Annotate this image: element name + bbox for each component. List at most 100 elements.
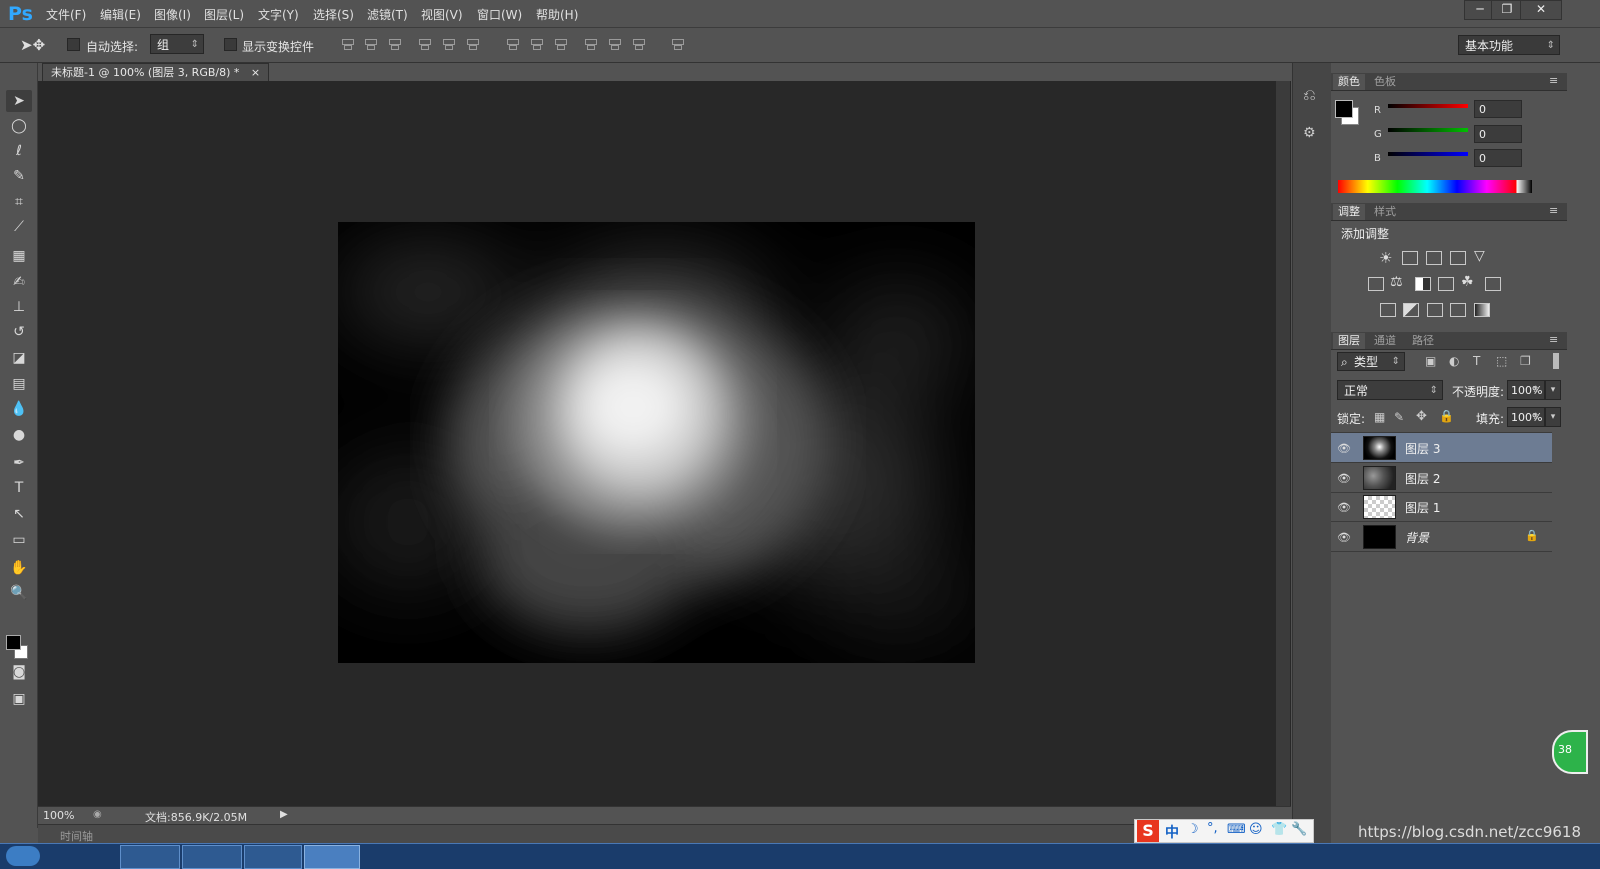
align-right-icon[interactable] (465, 37, 479, 51)
levels-icon[interactable] (1402, 251, 1418, 265)
marquee-icon[interactable]: ◯ (6, 115, 32, 137)
path-select-icon[interactable]: ↖ (6, 503, 32, 525)
photo-filter-icon[interactable] (1438, 277, 1454, 291)
vibrance-icon[interactable]: ▽ (1474, 248, 1485, 264)
vertical-scrollbar[interactable] (1276, 81, 1290, 806)
panel-menu-icon[interactable]: ≡ (1549, 74, 1558, 87)
status-info-icon[interactable]: ◉ (93, 809, 102, 820)
filter-toggle[interactable] (1553, 353, 1559, 369)
eyedropper-icon[interactable]: ⟋ (6, 216, 32, 238)
selective-color-icon[interactable] (1450, 303, 1466, 317)
zoom-icon[interactable]: 🔍 (6, 582, 32, 604)
screen-mode-icon[interactable]: ▣ (6, 688, 32, 710)
posterize-icon[interactable] (1403, 303, 1419, 317)
move-tool-preset-icon[interactable]: ➤✥ (20, 36, 45, 54)
align-left-icon[interactable] (417, 37, 431, 51)
lock-position-icon[interactable]: ✥ (1416, 409, 1427, 424)
lock-pixels-icon[interactable]: ✎ (1394, 410, 1404, 424)
clone-stamp-icon[interactable]: ⊥ (6, 296, 32, 318)
zoom-level[interactable]: 100% (43, 809, 74, 822)
history-brush-icon[interactable]: ↺ (6, 321, 32, 343)
menu-window[interactable]: 窗口(W) (477, 6, 522, 23)
invert-icon[interactable] (1380, 303, 1396, 317)
blend-mode-dropdown[interactable]: 正常 (1337, 380, 1443, 401)
channel-g-slider[interactable] (1388, 128, 1468, 132)
visibility-eye-icon[interactable]: 👁 (1337, 442, 1351, 455)
align-vcenter-icon[interactable] (363, 37, 377, 51)
panel-menu-icon[interactable]: ≡ (1549, 333, 1558, 346)
visibility-eye-icon[interactable]: 👁 (1337, 531, 1351, 544)
tab-swatches[interactable]: 色板 (1369, 74, 1401, 90)
crop-icon[interactable]: ⌗ (6, 191, 32, 213)
ime-user-icon[interactable]: ☺ (1249, 822, 1263, 837)
filter-type-icon[interactable]: T (1473, 354, 1480, 368)
status-menu-arrow-icon[interactable]: ▶ (280, 809, 288, 820)
align-hcenter-icon[interactable] (441, 37, 455, 51)
ime-moon-icon[interactable]: ☽ (1187, 822, 1199, 837)
tab-channels[interactable]: 通道 (1369, 333, 1401, 349)
document-tab[interactable]: 未标题-1 @ 100% (图层 3, RGB/8) * × (42, 63, 270, 82)
lock-transparent-icon[interactable]: ▦ (1374, 410, 1385, 424)
visibility-eye-icon[interactable]: 👁 (1337, 472, 1351, 485)
layer-filter-dropdown[interactable]: ⌕ 类型 (1337, 352, 1405, 371)
quick-select-icon[interactable]: ✎ (6, 165, 32, 187)
color-fg-swatch[interactable] (1335, 100, 1353, 118)
history-panel-icon[interactable]: ⎌ (1303, 85, 1316, 105)
layer-name[interactable]: 图层 2 (1405, 470, 1440, 487)
curves-icon[interactable] (1426, 251, 1442, 265)
channel-r-input[interactable]: 0 (1474, 100, 1522, 118)
lasso-icon[interactable]: ℓ (6, 140, 32, 162)
taskbar-app[interactable] (182, 845, 242, 869)
color-spectrum-bar[interactable] (1338, 180, 1532, 193)
channel-b-input[interactable]: 0 (1474, 149, 1522, 167)
layer-row[interactable]: 👁 图层 3 (1331, 433, 1552, 463)
distribute-top-icon[interactable] (505, 37, 519, 51)
color-balance-icon[interactable]: ⚖ (1390, 274, 1403, 290)
layer-name[interactable]: 背景 (1405, 529, 1429, 546)
timeline-bar[interactable]: 时间轴 (38, 824, 1291, 844)
floating-badge[interactable]: 38 (1552, 730, 1588, 774)
foreground-color-swatch[interactable] (6, 635, 21, 650)
menu-file[interactable]: 文件(F) (46, 6, 86, 23)
close-tab-icon[interactable]: × (251, 66, 260, 79)
menu-edit[interactable]: 编辑(E) (100, 6, 141, 23)
filter-adjustment-icon[interactable]: ◐ (1449, 354, 1459, 368)
hue-saturation-icon[interactable] (1368, 277, 1384, 291)
distribute-vcenter-icon[interactable] (529, 37, 543, 51)
filter-pixel-icon[interactable]: ▣ (1425, 354, 1436, 368)
show-transform-checkbox[interactable] (224, 38, 237, 51)
layer-row[interactable]: 👁 图层 2 (1331, 463, 1552, 493)
eraser-icon[interactable]: ◪ (6, 347, 32, 369)
hand-icon[interactable]: ✋ (6, 557, 32, 579)
align-bottom-icon[interactable] (387, 37, 401, 51)
gradient-map-icon[interactable] (1474, 303, 1490, 317)
tab-paths[interactable]: 路径 (1407, 333, 1439, 349)
distribute-hcenter-icon[interactable] (607, 37, 621, 51)
ime-skin-icon[interactable]: 👕 (1271, 822, 1287, 837)
close-button[interactable]: ✕ (1520, 0, 1562, 20)
panel-menu-icon[interactable]: ≡ (1549, 204, 1558, 217)
type-icon[interactable]: T (6, 477, 32, 499)
channel-r-slider[interactable] (1388, 104, 1468, 108)
opacity-dropdown-arrow-icon[interactable]: ▾ (1545, 380, 1561, 400)
blur-icon[interactable]: 💧 (6, 398, 32, 420)
taskbar-app[interactable] (244, 845, 302, 869)
auto-select-checkbox[interactable] (67, 38, 80, 51)
ime-punct-icon[interactable]: °, (1207, 821, 1218, 836)
exposure-icon[interactable] (1450, 251, 1466, 265)
distribute-bottom-icon[interactable] (553, 37, 567, 51)
channel-b-slider[interactable] (1388, 152, 1468, 156)
brightness-contrast-icon[interactable]: ☀ (1379, 249, 1392, 267)
pen-icon[interactable]: ✒ (6, 452, 32, 474)
menu-image[interactable]: 图像(I) (154, 6, 191, 23)
taskbar-app-active[interactable] (304, 845, 360, 869)
layer-row[interactable]: 👁 图层 1 (1331, 492, 1552, 522)
restore-button[interactable]: ❐ (1491, 0, 1523, 20)
lock-all-icon[interactable]: 🔒 (1439, 409, 1454, 423)
rectangle-icon[interactable]: ▭ (6, 529, 32, 551)
filter-shape-icon[interactable]: ⬚ (1496, 354, 1507, 368)
taskbar-app[interactable] (120, 845, 180, 869)
sogou-logo-icon[interactable]: S (1137, 820, 1159, 842)
channel-g-input[interactable]: 0 (1474, 125, 1522, 143)
brush-icon[interactable]: ✍ (6, 271, 32, 293)
